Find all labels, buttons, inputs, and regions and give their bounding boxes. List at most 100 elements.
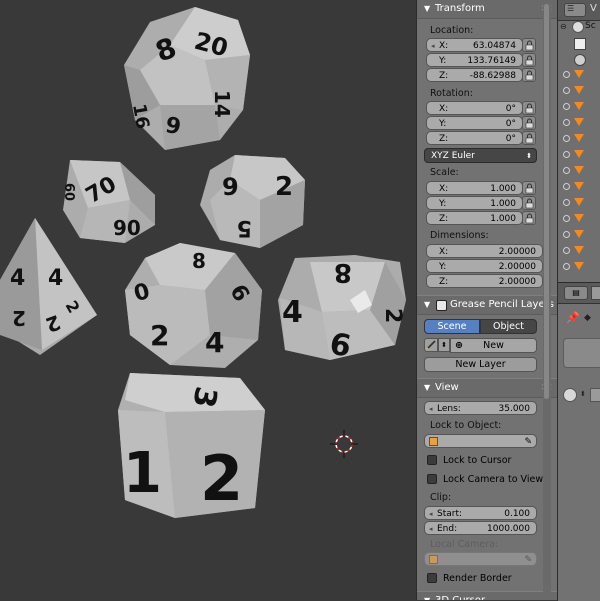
3d-cursor-icon[interactable] [330,430,358,458]
render-border-checkbox[interactable] [427,573,437,583]
outliner-object-row[interactable] [558,258,600,274]
decrement-arrow-icon[interactable]: ◂ [429,522,433,536]
visibility-dot-icon[interactable] [563,183,570,190]
visibility-dot-icon[interactable] [563,215,570,222]
visibility-dot-icon[interactable] [563,151,570,158]
location-z-field[interactable]: Z: -88.62988 [426,68,523,82]
outliner-object-row[interactable] [558,162,600,178]
material-slot-field[interactable] [590,388,600,402]
view-menu-icon[interactable]: V [590,3,597,14]
object-mesh-icon [574,214,584,222]
grease-pencil-object-tab[interactable]: Object [480,319,537,334]
eyedropper-icon[interactable]: ✎ [524,553,532,567]
decrement-arrow-icon[interactable]: ◂ [429,507,433,521]
lock-rotation-x-button[interactable] [522,101,536,115]
visibility-dot-icon[interactable] [563,263,570,270]
object-mesh-icon [574,102,584,110]
outliner-object-row[interactable] [558,242,600,258]
new-layer-button[interactable]: New Layer [424,357,537,372]
visibility-dot-icon[interactable] [563,167,570,174]
lock-scale-z-button[interactable] [522,211,536,225]
lock-to-cursor-checkbox[interactable] [427,455,437,465]
lock-icon [525,183,534,194]
scale-y-field[interactable]: Y: 1.000 [426,196,523,210]
visibility-dot-icon[interactable] [563,199,570,206]
lock-scale-y-button[interactable] [522,196,536,210]
location-x-field[interactable]: ◂ X: 63.04874 [426,38,523,52]
rotation-y-field[interactable]: Y: 0° [426,116,523,130]
local-camera-field[interactable]: ✎ [424,552,537,566]
d10-left-die: 70 90 60 [61,160,155,243]
clip-end-field[interactable]: ◂ End: 1000.000 [424,521,537,535]
lock-camera-to-view-checkbox[interactable] [427,474,437,484]
outliner-object-row[interactable] [558,194,600,210]
field-value: 2.00000 [498,247,536,257]
3d-cursor-panel-header[interactable]: ▼ 3D Cursor [417,591,557,600]
material-sphere-icon[interactable] [563,388,577,402]
dimensions-y-field[interactable]: Y: 2.00000 [426,259,543,273]
dropdown-arrows-icon[interactable]: ⬍ [580,390,586,398]
visibility-dot-icon[interactable] [563,103,570,110]
outliner-object-row[interactable] [558,226,600,242]
lens-field[interactable]: ◂ Lens: 35.000 [424,401,537,415]
visibility-dot-icon[interactable] [563,247,570,254]
visibility-dot-icon[interactable] [563,231,570,238]
visibility-dot-icon[interactable] [563,135,570,142]
collapse-icon[interactable]: ⊖ [560,22,568,31]
editor-type-button[interactable]: ☰ [564,3,586,17]
render-tab-button[interactable] [591,286,600,300]
expand-triangle-icon: ▼ [424,592,430,600]
lock-to-object-field[interactable]: ✎ [424,434,537,448]
decrement-arrow-icon[interactable]: ◂ [429,402,433,416]
outliner-object-row[interactable] [558,66,600,82]
rotation-label: Rotation: [430,88,473,99]
world-icon [574,54,586,66]
d10-right-label-3: 5 [237,215,252,240]
lock-rotation-z-button[interactable] [522,131,536,145]
field-value: 1.000 [490,214,516,224]
scene-icon [572,21,584,33]
browse-arrows-icon[interactable]: ⬍ [438,338,450,352]
scene-label-fragment[interactable]: Sc [585,21,596,31]
outliner-object-row[interactable] [558,178,600,194]
location-y-field[interactable]: Y: 133.76149 [426,53,523,67]
d20-label-3: 16 [128,102,153,130]
eyedropper-icon[interactable]: ✎ [524,435,532,449]
scale-z-field[interactable]: Z: 1.000 [426,211,523,225]
lock-scale-x-button[interactable] [522,181,536,195]
transform-panel-header[interactable]: ▼ Transform ∷∷ [417,0,557,19]
outliner-object-row[interactable] [558,146,600,162]
outliner-object-row[interactable] [558,210,600,226]
pin-icon[interactable]: 📌 [566,311,580,324]
rotation-mode-dropdown[interactable]: XYZ Euler ⬍ [424,148,537,163]
decrement-arrow-icon[interactable]: ◂ [431,39,435,53]
outliner-object-row[interactable] [558,130,600,146]
rotation-z-field[interactable]: Z: 0° [426,131,523,145]
visibility-dot-icon[interactable] [563,119,570,126]
grease-pencil-enable-checkbox[interactable] [436,300,447,311]
pencil-icon[interactable] [424,338,438,352]
dimensions-x-field[interactable]: X: 2.00000 [426,244,543,258]
outliner-object-row[interactable] [558,98,600,114]
lock-location-z-button[interactable] [522,68,536,82]
lock-location-y-button[interactable] [522,53,536,67]
grease-pencil-new-button[interactable]: ⊕ New [450,338,537,353]
outliner-object-row[interactable] [558,114,600,130]
visibility-dot-icon[interactable] [563,71,570,78]
editor-type-button[interactable]: ▤ [564,286,588,300]
dimensions-z-field[interactable]: Z: 2.00000 [426,274,543,288]
grease-pencil-panel-header[interactable]: ▼ Grease Pencil Layers [417,295,557,315]
outliner-object-row[interactable] [558,82,600,98]
view-panel-header[interactable]: ▼ View ∷∷ [417,378,557,398]
3d-viewport[interactable]: 8 20 16 14 6 70 90 60 9 2 5 4 4 2 2 2 8 … [0,0,416,600]
visibility-dot-icon[interactable] [563,87,570,94]
scale-x-field[interactable]: X: 1.000 [426,181,523,195]
scrollbar-thumb[interactable] [544,4,549,399]
outliner-panel: ☰ V ⊖ Sc [557,0,600,282]
lock-location-x-button[interactable] [522,38,536,52]
lock-rotation-y-button[interactable] [522,116,536,130]
grease-pencil-scene-tab[interactable]: Scene [424,319,480,334]
clip-start-field[interactable]: ◂ Start: 0.100 [424,506,537,520]
properties-scrollbar[interactable] [543,0,551,600]
rotation-x-field[interactable]: X: 0° [426,101,523,115]
